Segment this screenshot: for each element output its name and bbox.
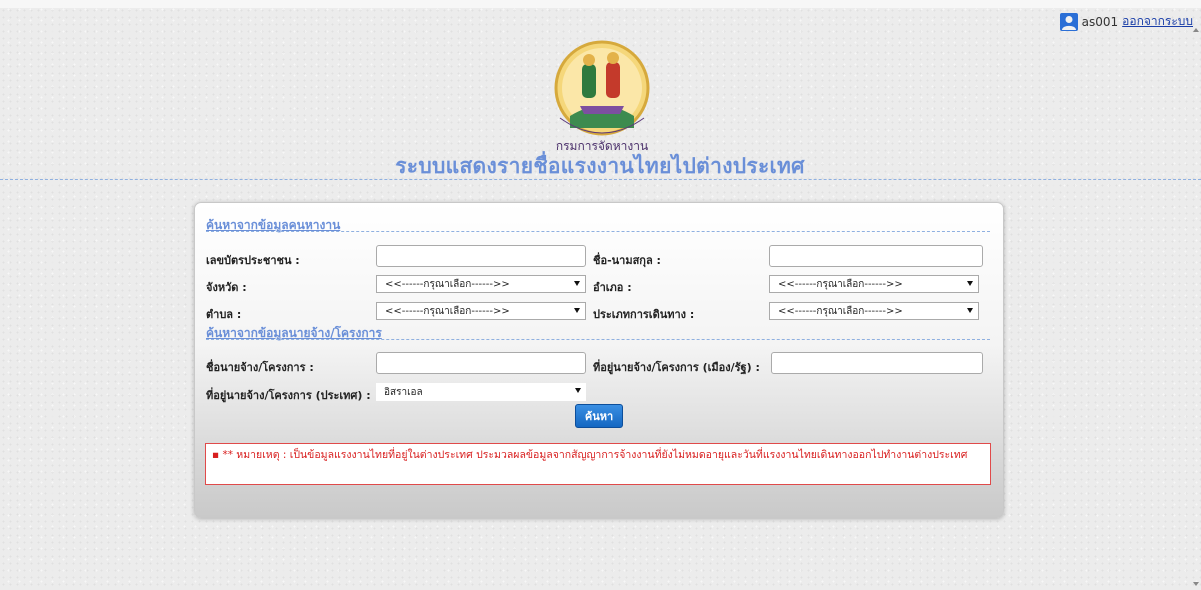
travel-type-select[interactable]: <<------กรุณาเลือก------>> — [769, 302, 979, 320]
subdistrict-select[interactable]: <<------กรุณาเลือก------>> — [376, 302, 586, 320]
employer-name-input[interactable] — [376, 352, 586, 374]
employer-city-input[interactable] — [771, 352, 983, 374]
search-panel: ค้นหาจากข้อมูลคนหางาน เลขบัตรประชาชน : ช… — [194, 202, 1004, 518]
province-select-value: <<------กรุณาเลือก------>> — [385, 278, 510, 290]
chevron-down-icon — [575, 388, 581, 393]
subdistrict-label: ตำบล : — [206, 308, 242, 321]
username: as001 — [1081, 14, 1119, 29]
employer-section-title: ค้นหาจากข้อมูลนายจ้าง/โครงการ — [206, 326, 382, 340]
district-select[interactable]: <<------กรุณาเลือก------>> — [769, 275, 979, 293]
logout-link[interactable]: ออกจากระบบ — [1122, 12, 1193, 31]
top-edge — [0, 0, 1201, 8]
title-divider — [0, 179, 1201, 180]
province-label: จังหวัด : — [206, 281, 247, 294]
note-box: ▪ ** หมายเหตุ : เป็นข้อมูลแรงงานไทยที่อย… — [205, 443, 991, 485]
chevron-down-icon — [574, 308, 580, 313]
worker-section-title: ค้นหาจากข้อมูลคนหางาน — [206, 218, 341, 232]
district-select-value: <<------กรุณาเลือก------>> — [778, 278, 903, 290]
fullname-input[interactable] — [769, 245, 983, 267]
district-label: อำเภอ : — [593, 281, 632, 294]
chevron-down-icon — [967, 308, 973, 313]
scroll-down-arrow-icon[interactable] — [1193, 582, 1199, 586]
travel-type-select-value: <<------กรุณาเลือก------>> — [778, 305, 903, 317]
employer-name-label: ชื่อนายจ้าง/โครงการ : — [206, 361, 314, 374]
search-button[interactable]: ค้นหา — [575, 404, 623, 428]
employer-city-label: ที่อยู่นายจ้าง/โครงการ (เมือง/รัฐ) : — [593, 361, 760, 374]
note-prefix: ** หมายเหตุ : — [222, 449, 287, 461]
worker-section-divider — [206, 231, 990, 232]
note-text: เป็นข้อมูลแรงงานไทยที่อยู่ในต่างประเทศ ป… — [289, 449, 968, 461]
scroll-up-arrow-icon[interactable] — [1193, 28, 1199, 32]
department-seal-logo: กรมการจัดหางาน — [554, 40, 650, 153]
note-bullet: ▪ — [212, 449, 223, 461]
fullname-label: ชื่อ-นามสกุล : — [593, 254, 661, 267]
employer-country-select-value: อิสราเอล — [384, 386, 423, 398]
travel-type-label: ประเภทการเดินทาง : — [593, 308, 695, 321]
employer-country-label: ที่อยู่นายจ้าง/โครงการ (ประเทศ) : — [206, 389, 371, 402]
employer-section-divider — [206, 339, 990, 340]
id-card-label: เลขบัตรประชาชน : — [206, 254, 300, 267]
user-avatar-icon — [1059, 12, 1078, 31]
chevron-down-icon — [574, 281, 580, 286]
subdistrict-select-value: <<------กรุณาเลือก------>> — [385, 305, 510, 317]
province-select[interactable]: <<------กรุณาเลือก------>> — [376, 275, 586, 293]
user-area: as001 ออกจากระบบ — [1059, 12, 1193, 31]
chevron-down-icon — [967, 281, 973, 286]
employer-country-select[interactable]: อิสราเอล — [376, 383, 586, 401]
id-card-input[interactable] — [376, 245, 586, 267]
